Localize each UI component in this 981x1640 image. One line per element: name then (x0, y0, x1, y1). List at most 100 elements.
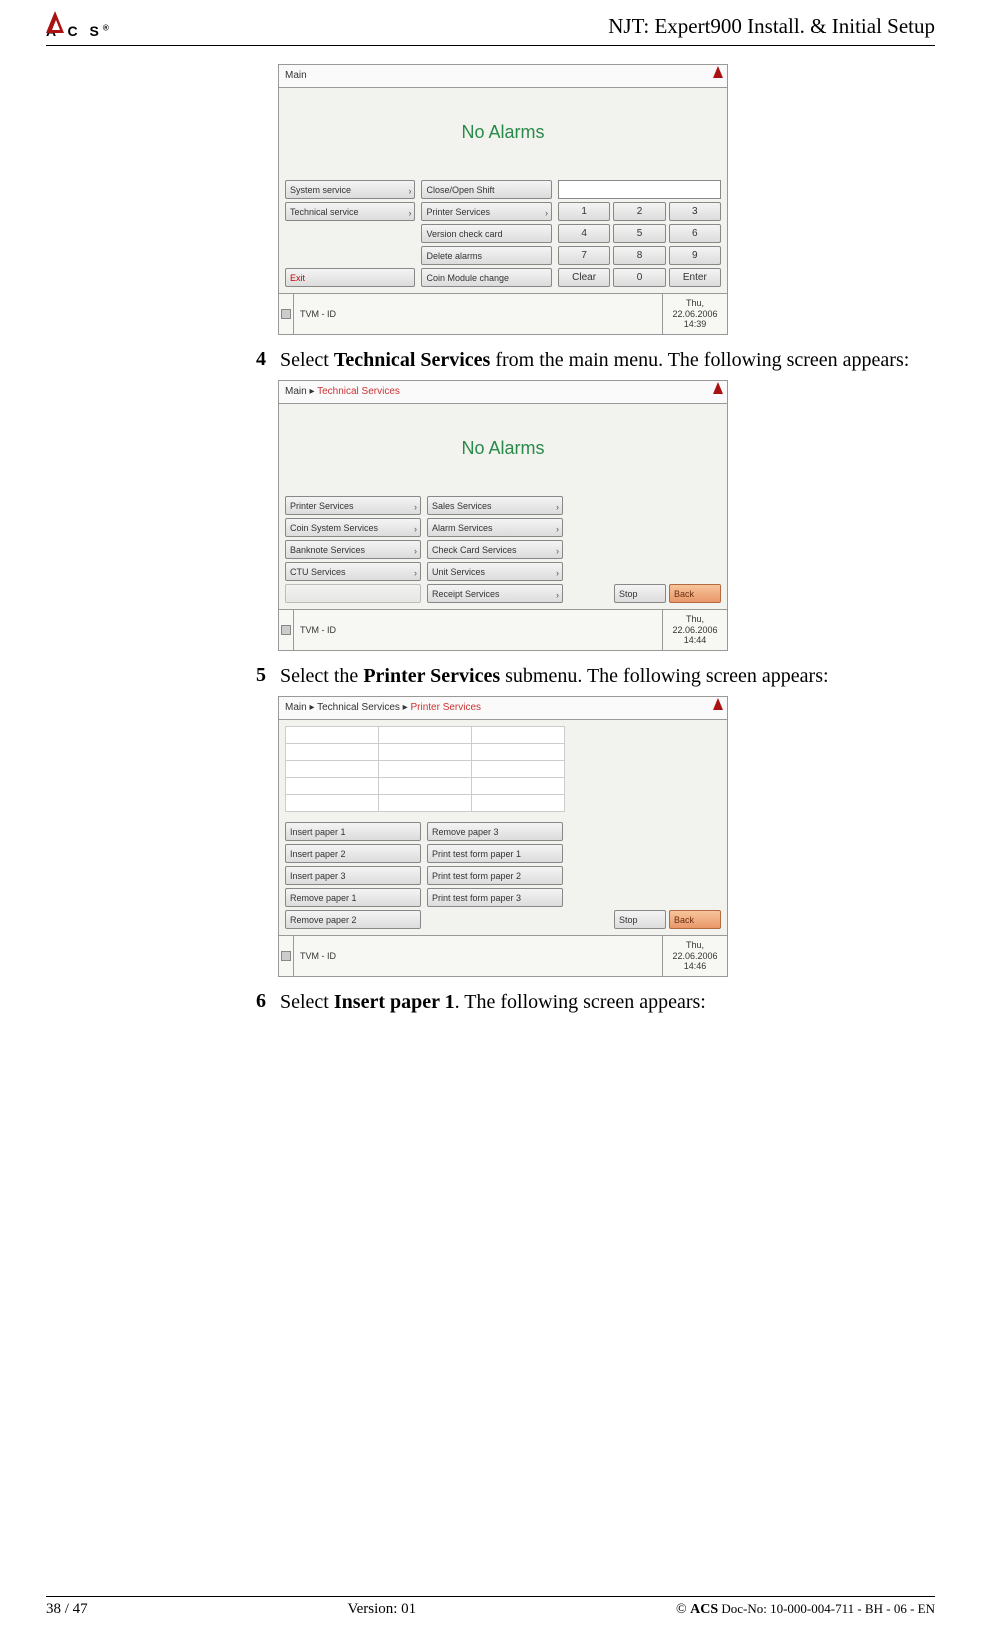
logo-mini-icon (713, 698, 723, 710)
step-text: Select Technical Services from the main … (280, 347, 909, 374)
print-test-form-3-button[interactable]: Print test form paper 3 (427, 888, 563, 907)
check-card-services-button[interactable]: Check Card Services› (427, 540, 563, 559)
step-text: Select Insert paper 1. The following scr… (280, 989, 706, 1016)
ctu-services-button[interactable]: CTU Services› (285, 562, 421, 581)
key-0[interactable]: 0 (613, 268, 665, 287)
btn-label: Remove paper 2 (290, 915, 357, 925)
remove-paper-3-button[interactable]: Remove paper 3 (427, 822, 563, 841)
close-open-shift-button[interactable]: Close/Open Shift (421, 180, 551, 199)
empty-button (285, 584, 421, 603)
empty-table (285, 726, 565, 812)
data-table-area (279, 720, 727, 818)
tvm-id-label: TVM - ID (294, 610, 663, 650)
status-indicator (279, 610, 294, 650)
btn-label: Remove paper 3 (432, 827, 499, 837)
coin-module-change-button[interactable]: Coin Module change (421, 268, 551, 287)
chevron-right-icon: › (414, 546, 417, 556)
print-test-form-1-button[interactable]: Print test form paper 1 (427, 844, 563, 863)
delete-alarms-button[interactable]: Delete alarms (421, 246, 551, 265)
coin-system-services-button[interactable]: Coin System Services › (285, 518, 421, 537)
btn-label: Print test form paper 1 (432, 849, 521, 859)
screenshot-main-menu: Main No Alarms System service› Technical… (278, 64, 935, 335)
btn-label: Close/Open Shift (426, 185, 494, 195)
btn-label: Version check card (426, 229, 502, 239)
key-4[interactable]: 4 (558, 224, 610, 243)
step-number: 6 (236, 989, 266, 1014)
breadcrumb-current: Technical Services (317, 386, 400, 397)
chevron-right-icon: › (408, 186, 411, 196)
alarm-services-button[interactable]: Alarm Services› (427, 518, 563, 537)
printer-services-button[interactable]: Printer Services› (285, 496, 421, 515)
btn-label: Unit Services (432, 567, 485, 577)
sales-services-button[interactable]: Sales Services › (427, 496, 563, 515)
btn-label: Stop (619, 589, 638, 599)
breadcrumb: Main (285, 70, 307, 81)
screenshot-printer-services: Main ▸ Technical Services ▸ Printer Serv… (278, 696, 935, 977)
exit-button[interactable]: Exit (285, 268, 415, 287)
doc-title: NJT: Expert900 Install. & Initial Setup (608, 14, 935, 39)
stop-button[interactable]: Stop (614, 910, 666, 929)
page-number: 38 / 47 (46, 1601, 88, 1618)
banknote-services-button[interactable]: Banknote Services› (285, 540, 421, 559)
step-number: 4 (236, 347, 266, 372)
btn-label: Printer Services (290, 501, 354, 511)
status-indicator (279, 294, 294, 334)
chevron-right-icon: › (556, 502, 559, 512)
chevron-right-icon: › (414, 524, 417, 534)
remove-paper-1-button[interactable]: Remove paper 1 (285, 888, 421, 907)
back-button[interactable]: Back (669, 584, 721, 603)
status-indicator (279, 936, 294, 976)
remove-paper-2-button[interactable]: Remove paper 2 (285, 910, 421, 929)
key-enter[interactable]: Enter (669, 268, 721, 287)
breadcrumb: Main ▸ Technical Services ▸ (285, 702, 410, 713)
key-7[interactable]: 7 (558, 246, 610, 265)
btn-label: Delete alarms (426, 251, 482, 261)
btn-label: Receipt Services (432, 589, 500, 599)
chevron-right-icon: › (408, 208, 411, 218)
key-clear[interactable]: Clear (558, 268, 610, 287)
technical-service-button[interactable]: Technical service› (285, 202, 415, 221)
insert-paper-3-button[interactable]: Insert paper 3 (285, 866, 421, 885)
key-3[interactable]: 3 (669, 202, 721, 221)
btn-label: Coin Module change (426, 273, 509, 283)
insert-paper-1-button[interactable]: Insert paper 1 (285, 822, 421, 841)
key-5[interactable]: 5 (613, 224, 665, 243)
numeric-keypad: 123 456 789 Clear0Enter (558, 180, 721, 287)
key-2[interactable]: 2 (613, 202, 665, 221)
btn-label: Insert paper 3 (290, 871, 346, 881)
status-datetime: Thu, 22.06.2006 14:44 (663, 610, 727, 650)
key-6[interactable]: 6 (669, 224, 721, 243)
key-1[interactable]: 1 (558, 202, 610, 221)
key-9[interactable]: 9 (669, 246, 721, 265)
btn-label: Sales Services (432, 501, 492, 511)
keypad-display[interactable] (558, 180, 721, 199)
btn-label: Stop (619, 915, 638, 925)
stop-button[interactable]: Stop (614, 584, 666, 603)
system-service-button[interactable]: System service› (285, 180, 415, 199)
step-number: 5 (236, 663, 266, 688)
version-check-card-button[interactable]: Version check card (421, 224, 551, 243)
status-datetime: Thu, 22.06.2006 14:46 (663, 936, 727, 976)
printer-services-button[interactable]: Printer Services› (421, 202, 551, 221)
key-8[interactable]: 8 (613, 246, 665, 265)
step-4: 4 Select Technical Services from the mai… (236, 347, 935, 374)
chevron-right-icon: › (414, 568, 417, 578)
unit-services-button[interactable]: Unit Services› (427, 562, 563, 581)
breadcrumb: Main ▸ (285, 386, 317, 397)
alarm-status: No Alarms (279, 404, 727, 492)
btn-label: Coin System Services (290, 523, 378, 533)
print-test-form-2-button[interactable]: Print test form paper 2 (427, 866, 563, 885)
chevron-right-icon: › (556, 590, 559, 600)
btn-label: Alarm Services (432, 523, 493, 533)
back-button[interactable]: Back (669, 910, 721, 929)
step-5: 5 Select the Printer Services submenu. T… (236, 663, 935, 690)
insert-paper-2-button[interactable]: Insert paper 2 (285, 844, 421, 863)
tvm-id-label: TVM - ID (294, 294, 663, 334)
receipt-services-button[interactable]: Receipt Services › (427, 584, 563, 603)
screenshot-technical-services: Main ▸ Technical Services No Alarms Prin… (278, 380, 935, 651)
btn-label: Print test form paper 3 (432, 893, 521, 903)
btn-label: Check Card Services (432, 545, 517, 555)
acs-logo: A C S® (46, 23, 109, 39)
btn-label: Insert paper 2 (290, 849, 346, 859)
tvm-id-label: TVM - ID (294, 936, 663, 976)
